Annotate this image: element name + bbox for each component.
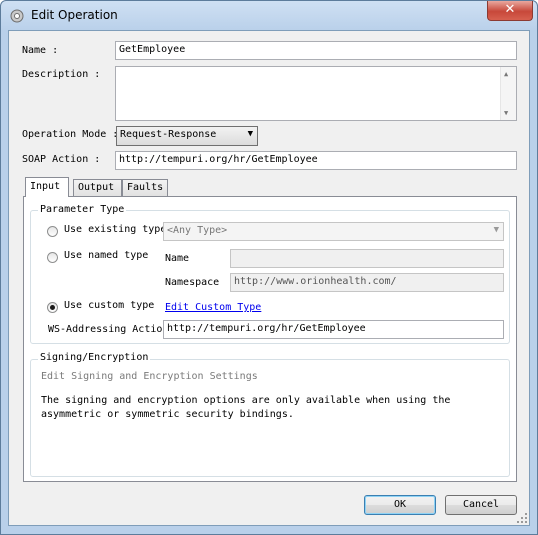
edit-custom-type-link[interactable]: Edit Custom Type (165, 302, 261, 313)
description-field[interactable]: ▲ ▼ (115, 66, 517, 121)
namespace-field[interactable]: http://www.orionhealth.com/ (230, 273, 504, 292)
name-label: Name : (22, 45, 59, 56)
existing-type-select[interactable]: <Any Type> ▼ (163, 222, 504, 241)
tab-faults[interactable]: Faults (122, 179, 168, 197)
signing-encryption-title: Signing/Encryption (38, 352, 151, 363)
tab-input[interactable]: Input (25, 177, 69, 197)
use-named-type-label: Use named type (64, 250, 149, 261)
tab-output[interactable]: Output (73, 179, 122, 197)
operation-mode-label: Operation Mode : (22, 129, 119, 140)
ok-button[interactable]: OK (364, 495, 436, 515)
scroll-up-icon[interactable]: ▲ (504, 70, 508, 78)
signing-note-line1: The signing and encryption options are o… (41, 395, 451, 406)
cancel-button[interactable]: Cancel (445, 495, 517, 515)
operation-mode-value: Request-Response (120, 129, 217, 140)
use-custom-type-label: Use custom type (64, 300, 155, 311)
existing-type-value: <Any Type> (167, 225, 228, 236)
description-label: Description : (22, 69, 101, 80)
window-title: Edit Operation (31, 8, 118, 22)
use-existing-type-label: Use existing type (64, 224, 164, 235)
signing-note-line2: asymmetric or symmetric security binding… (41, 409, 294, 420)
input-tab-panel: Parameter Type Use existing type <Any Ty… (23, 196, 517, 482)
dialog-client-area: Name : GetEmployee Description : ▲ ▼ Ope… (8, 30, 530, 526)
use-existing-type-radio[interactable] (47, 226, 58, 237)
ws-addressing-label: WS-Addressing Action (48, 324, 164, 335)
parameter-type-title: Parameter Type (38, 204, 127, 215)
named-type-name-field[interactable] (230, 249, 504, 268)
soap-action-field[interactable]: http://tempuri.org/hr/GetEmployee (115, 151, 517, 170)
chevron-down-icon: ▼ (493, 225, 499, 235)
ws-addressing-action-field[interactable]: http://tempuri.org/hr/GetEmployee (163, 320, 504, 339)
named-type-name-label: Name (165, 253, 190, 264)
scroll-down-icon[interactable]: ▼ (504, 109, 508, 117)
use-named-type-radio[interactable] (47, 252, 58, 263)
chevron-down-icon: ▼ (247, 129, 253, 139)
resize-grip-icon[interactable] (517, 513, 527, 523)
title-bar[interactable]: Edit Operation ✕ (1, 1, 537, 31)
close-button[interactable]: ✕ (487, 1, 533, 21)
operation-mode-select[interactable]: Request-Response ▼ (116, 126, 258, 146)
edit-signing-settings-link[interactable]: Edit Signing and Encryption Settings (41, 371, 258, 382)
gear-icon (10, 9, 24, 23)
soap-action-label: SOAP Action : (22, 154, 101, 165)
namespace-label: Namespace (165, 277, 220, 288)
use-custom-type-radio[interactable] (47, 302, 58, 313)
close-icon: ✕ (504, 2, 516, 17)
name-field[interactable]: GetEmployee (115, 41, 517, 60)
description-scrollbar[interactable]: ▲ ▼ (500, 67, 516, 120)
